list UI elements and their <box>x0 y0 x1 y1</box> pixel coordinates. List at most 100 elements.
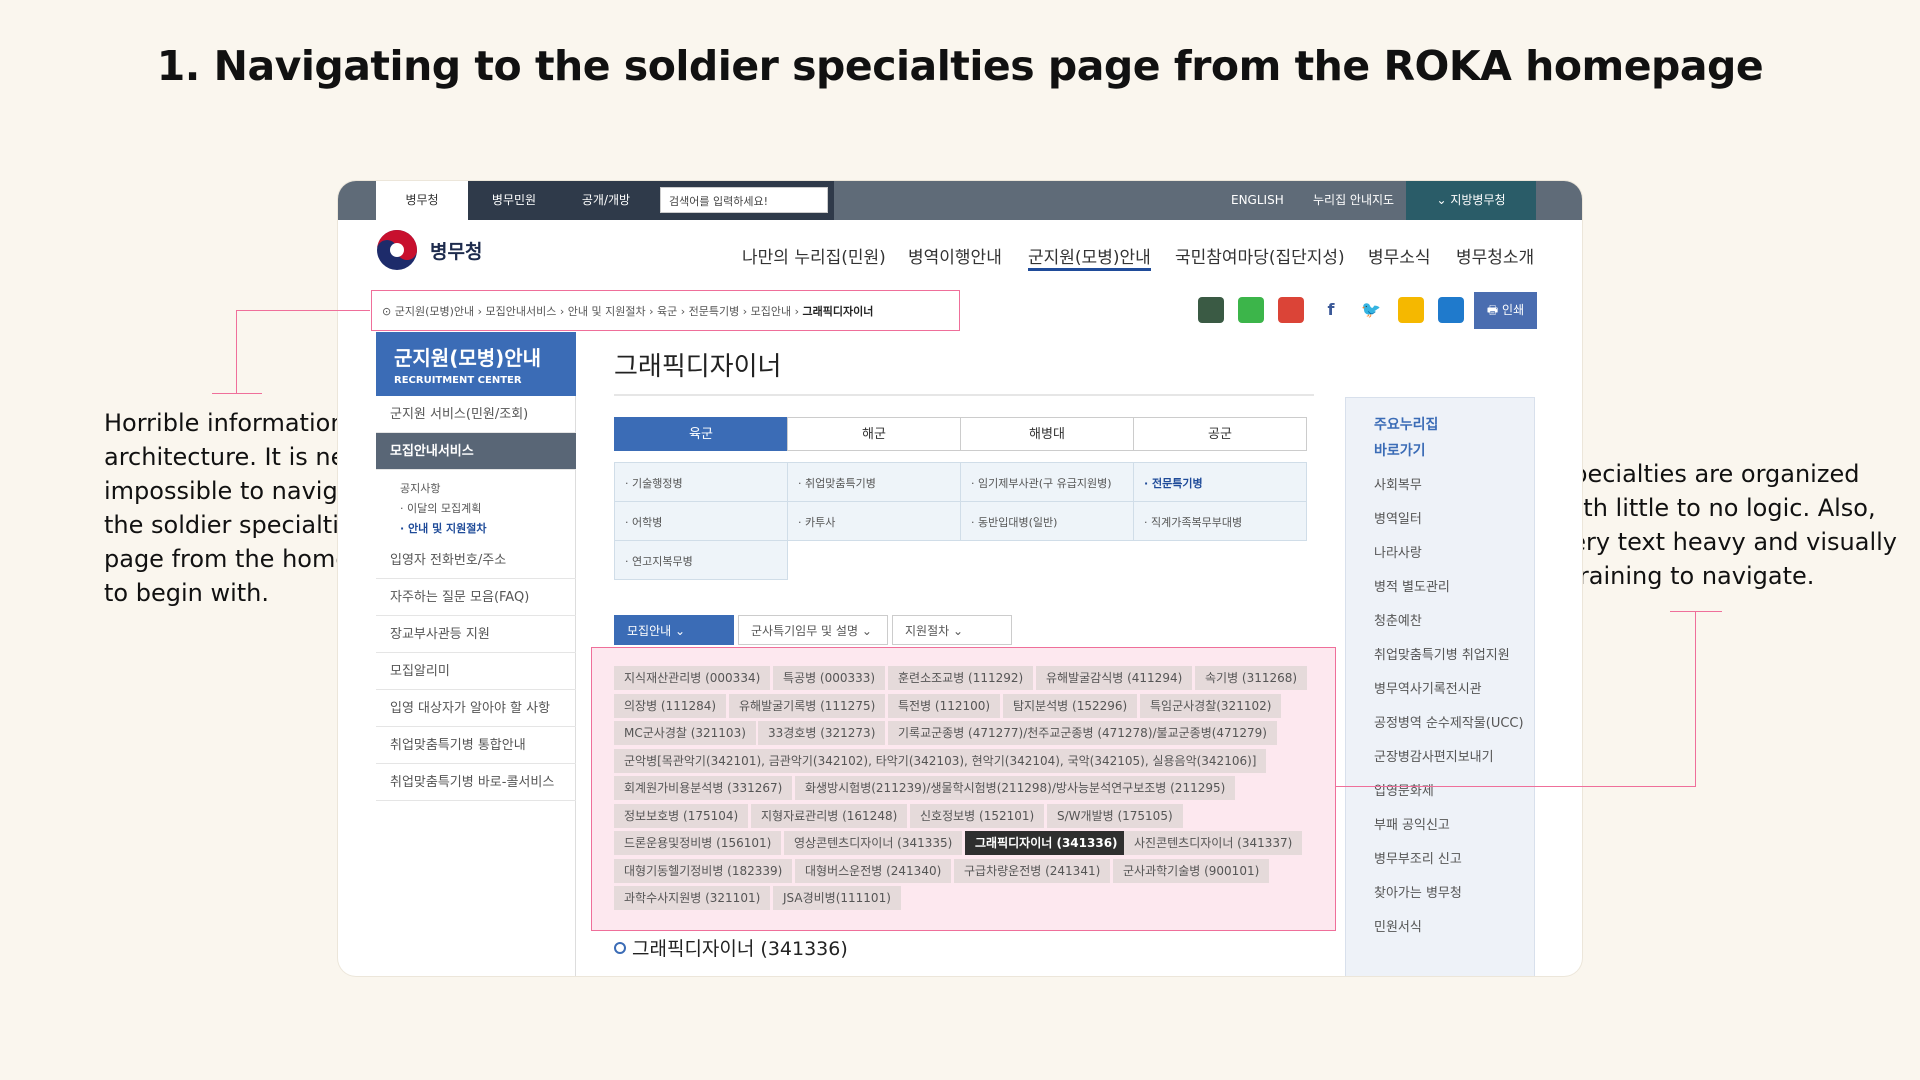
gnav-news[interactable]: 병무소식 <box>1368 243 1431 268</box>
callout-line <box>1335 786 1696 787</box>
category-item[interactable]: · 동반입대병(일반) <box>960 501 1134 541</box>
tab-open[interactable]: 공개/개방 <box>560 181 652 220</box>
lnb-sub-plan[interactable]: · 이달의 모집계획 <box>400 500 481 516</box>
category-item-selected[interactable]: · 전문특기병 <box>1133 462 1307 502</box>
quick-link-item[interactable]: 입영문화제 <box>1374 780 1434 799</box>
dropdown-process[interactable]: 지원절차 ⌄ <box>892 615 1012 645</box>
share-google-icon[interactable] <box>1278 297 1304 323</box>
share-blog-icon[interactable] <box>1238 297 1264 323</box>
specialty-chip[interactable]: 지식재산관리병 (000334) <box>614 666 771 690</box>
quick-link-item[interactable]: 취업맞춤특기병 취업지원 <box>1374 644 1510 663</box>
tab-army[interactable]: 육군 <box>614 417 788 451</box>
category-item[interactable]: · 기술행정병 <box>614 462 788 502</box>
lnb-item-recruit[interactable]: 모집안내서비스 <box>376 433 576 470</box>
dropdown-duty[interactable]: 군사특기임무 및 설명 ⌄ <box>738 615 888 645</box>
search-icon[interactable] <box>796 185 826 215</box>
quick-link-item[interactable]: 부패 공익신고 <box>1374 814 1450 833</box>
specialty-chip[interactable]: 탐지분석병 (152296) <box>1003 693 1138 718</box>
category-item[interactable]: · 연고지복무병 <box>614 540 788 580</box>
specialty-chip[interactable]: 의장병 (111284) <box>614 693 727 718</box>
specialty-chip[interactable]: 기록교군종병 (471277)/천주교군종병 (471278)/불교군종병(47… <box>888 721 1277 745</box>
category-item[interactable]: · 어학병 <box>614 501 788 541</box>
lnb-item-officer[interactable]: 장교부사관등 지원 <box>376 616 576 653</box>
specialty-chip[interactable]: 훈련소조교병 (111292) <box>888 666 1034 690</box>
home-icon[interactable]: ⊙ <box>382 305 395 318</box>
category-item[interactable]: · 임기제부사관(구 유급지원병) <box>960 462 1134 502</box>
specialty-chip[interactable]: 영상콘텐츠디자이너 (341335) <box>784 831 963 855</box>
tab-marines[interactable]: 해병대 <box>960 417 1134 451</box>
breadcrumb[interactable]: ⊙ 군지원(모병)안내 › 모집안내서비스 › 안내 및 지원절차 › 육군 ›… <box>382 303 873 319</box>
quick-link-item[interactable]: 병적 별도관리 <box>1374 576 1450 595</box>
specialty-chip[interactable]: 33경호병 (321273) <box>758 721 886 745</box>
quick-link-item[interactable]: 군장병감사편지보내기 <box>1374 746 1494 765</box>
specialty-chip[interactable]: 회계원가비용분석병 (331267) <box>614 776 793 800</box>
share-facebook-icon[interactable]: f <box>1318 297 1344 323</box>
sitemap-link[interactable]: 누리집 안내지도 <box>1313 181 1394 220</box>
specialty-chip[interactable]: 드론운용및정비병 (156101) <box>614 831 782 855</box>
specialty-chip[interactable]: 유해발굴감식병 (411294) <box>1036 666 1193 690</box>
callout-line <box>1695 611 1696 787</box>
quick-link-item[interactable]: 공정병역 순수제작물(UCC) <box>1374 712 1524 731</box>
gnav-about[interactable]: 병무청소개 <box>1456 243 1534 268</box>
lnb-item-faq[interactable]: 자주하는 질문 모음(FAQ) <box>376 579 576 616</box>
specialty-chip[interactable]: 대형기동헬기정비병 (182339) <box>614 858 793 883</box>
share-twitter-icon[interactable]: 🐦 <box>1358 297 1384 323</box>
specialty-chip[interactable]: 화생방시험병(211239)/생물학시험병(211298)/방사능분석연구보조병… <box>795 776 1236 800</box>
lnb-item-contact[interactable]: 입영자 전화번호/주소 <box>376 542 576 579</box>
specialty-chip[interactable]: 군악병[목관악기(342101), 금관악기(342102), 타악기(3421… <box>614 748 1267 773</box>
specialty-chip[interactable]: 과학수사지원병 (321101) <box>614 886 771 910</box>
category-item[interactable]: · 카투사 <box>787 501 961 541</box>
specialty-chip[interactable]: MC군사경찰 (321103) <box>614 721 756 745</box>
specialty-chip[interactable]: JSA경비병(111101) <box>773 886 901 910</box>
dropdown-recruit[interactable]: 모집안내 ⌄ <box>614 615 734 645</box>
specialty-chip[interactable]: 지형자료관리병 (161248) <box>751 803 908 828</box>
category-item[interactable]: · 취업맞춤특기병 <box>787 462 961 502</box>
specialty-chip[interactable]: 속기병 (311268) <box>1195 666 1308 690</box>
category-item[interactable]: · 직계가족복무부대병 <box>1133 501 1307 541</box>
logo-text[interactable]: 병무청 <box>430 237 482 264</box>
specialty-chip[interactable]: 군사과학기술병 (900101) <box>1113 858 1270 883</box>
specialty-chip[interactable]: 특전병 (112100) <box>888 693 1001 718</box>
quick-link-item[interactable]: 병역일터 <box>1374 508 1422 527</box>
mma-logo-icon[interactable] <box>376 229 418 271</box>
quick-link-item[interactable]: 병무역사기록전시관 <box>1374 678 1482 697</box>
specialty-chip[interactable]: 구급차량운전병 (241341) <box>954 858 1111 883</box>
quick-link-item[interactable]: 찾아가는 병무청 <box>1374 882 1462 901</box>
english-link[interactable]: ENGLISH <box>1231 181 1284 220</box>
specialty-chip[interactable]: 사진콘텐츠디자이너 (341337) <box>1124 831 1303 855</box>
tab-mma[interactable]: 병무청 <box>376 181 468 220</box>
share-link-icon[interactable] <box>1438 297 1464 323</box>
quick-link-item[interactable]: 민원서식 <box>1374 916 1422 935</box>
print-button[interactable]: 🖶 인쇄 <box>1474 292 1537 329</box>
lnb-item-job[interactable]: 취업맞춤특기병 통합안내 <box>376 727 576 764</box>
lnb-item-service[interactable]: 군지원 서비스(민원/조회) <box>376 396 576 433</box>
specialty-chip[interactable]: 대형버스운전병 (241340) <box>795 858 952 883</box>
region-dropdown[interactable]: ⌄ 지방병무청 <box>1406 181 1536 220</box>
lnb-item-enlist[interactable]: 입영 대상자가 알아야 할 사항 <box>376 690 576 727</box>
lnb-sub-guide[interactable]: · 안내 및 지원절차 <box>400 520 487 536</box>
quick-link-item[interactable]: 병무부조리 신고 <box>1374 848 1462 867</box>
share-sms-icon[interactable] <box>1198 297 1224 323</box>
lnb-sub-notice[interactable]: 공지사항 <box>400 480 440 496</box>
share-kakao-icon[interactable] <box>1398 297 1424 323</box>
specialty-chip-selected[interactable]: 그래픽디자이너 (341336) <box>965 831 1128 855</box>
gnav-participation[interactable]: 국민참여마당(집단지성) <box>1175 243 1345 268</box>
tab-airforce[interactable]: 공군 <box>1133 417 1307 451</box>
tab-civil[interactable]: 병무민원 <box>468 181 560 220</box>
specialty-chip[interactable]: 특공병 (000333) <box>773 666 886 690</box>
specialty-chip[interactable]: 유해발굴기록병 (111275) <box>729 693 886 718</box>
specialty-chip[interactable]: 특임군사경찰(321102) <box>1140 693 1282 718</box>
quick-link-item[interactable]: 사회복무 <box>1374 474 1422 493</box>
tab-navy[interactable]: 해군 <box>787 417 961 451</box>
specialty-chip[interactable]: 신호정보병 (152101) <box>910 803 1045 828</box>
callout-line <box>1670 611 1722 612</box>
gnav-recruit[interactable]: 군지원(모병)안내 <box>1028 243 1151 271</box>
gnav-my[interactable]: 나만의 누리집(민원) <box>742 243 886 268</box>
gnav-service[interactable]: 병역이행안내 <box>908 243 1002 268</box>
specialty-chip[interactable]: S/W개발병 (175105) <box>1047 803 1183 828</box>
quick-link-item[interactable]: 청춘예찬 <box>1374 610 1422 629</box>
lnb-item-call[interactable]: 취업맞춤특기병 바로-콜서비스 <box>376 764 576 801</box>
quick-link-item[interactable]: 나라사랑 <box>1374 542 1422 561</box>
specialty-chip[interactable]: 정보보호병 (175104) <box>614 803 749 828</box>
lnb-item-alert[interactable]: 모집알리미 <box>376 653 576 690</box>
